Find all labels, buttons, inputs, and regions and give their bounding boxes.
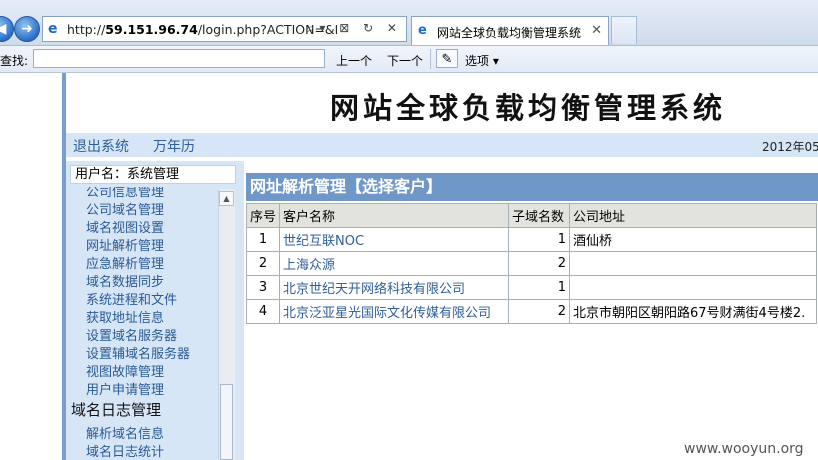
new-tab-button[interactable]	[611, 16, 637, 44]
sidebar-item-url-resolve[interactable]: 网址解析管理	[86, 235, 164, 254]
main-content: 网址解析管理【选择客户】 序号 客户名称 子域名数 公司地址 1 世纪互联NOC…	[244, 161, 818, 460]
forward-button[interactable]: ➜	[14, 16, 40, 42]
cell-no: 1	[245, 227, 281, 252]
customer-link[interactable]: 世纪互联NOC	[279, 227, 510, 252]
ie-page-icon: e	[48, 21, 58, 37]
find-next-button[interactable]: 下一个	[387, 52, 423, 69]
browser-tab[interactable]: e 网站全球负载均衡管理系统 ✕	[411, 16, 609, 45]
table-row: 3 北京世纪天开网络科技有限公司 1	[245, 275, 818, 300]
sidebar-item-secondary-dns[interactable]: 设置辅域名服务器	[86, 343, 190, 362]
page-viewport: 网站全球负载均衡管理系统 退出系统 万年历 2012年05 用户名：系统管理 公…	[0, 73, 818, 460]
col-header-customer: 客户名称	[279, 203, 510, 228]
address-tools-icons[interactable]: ⌕▾ ⊠ ↻ ✕	[308, 21, 402, 36]
sidebar-group-domain-log[interactable]: 域名日志管理	[71, 399, 161, 420]
address-url[interactable]: http://59.151.96.74/login.php?ACTION=&LC	[67, 22, 337, 37]
scroll-up-icon[interactable]: ▲	[219, 191, 234, 206]
customer-link[interactable]: 上海众源	[279, 251, 510, 276]
highlight-pen-icon[interactable]: ✎	[436, 49, 458, 68]
system-title: 网站全球负载均衡管理系统	[330, 91, 727, 125]
header-banner: 网站全球负载均衡管理系统	[66, 73, 818, 133]
find-options-button[interactable]: 选项 ▾	[465, 52, 499, 69]
sidebar-item-dns-server[interactable]: 设置域名服务器	[86, 325, 177, 344]
sidebar-item-process-files[interactable]: 系统进程和文件	[86, 289, 177, 308]
frame-divider	[236, 161, 244, 460]
ie-tab-icon: e	[418, 23, 427, 38]
find-separator	[430, 49, 431, 69]
sidebar-item-domain-sync[interactable]: 域名数据同步	[86, 271, 164, 290]
sidebar-menu: 公司信息管理 公司域名管理 域名视图设置 网址解析管理 应急解析管理 域名数据同…	[66, 187, 218, 460]
customer-table: 序号 客户名称 子域名数 公司地址 1 世纪互联NOC 1 酒仙桥 2 上海众源…	[245, 203, 818, 324]
header-linkbar: 退出系统 万年历 2012年05	[66, 133, 818, 157]
sidebar: 用户名：系统管理 公司信息管理 公司域名管理 域名视图设置 网址解析管理 应急解…	[66, 161, 236, 460]
find-input[interactable]	[33, 49, 325, 68]
cell-address	[569, 251, 818, 276]
cell-count: 2	[508, 251, 571, 276]
cell-address	[569, 275, 818, 300]
table-row: 4 北京泛亚星光国际文化传媒有限公司 2 北京市朝阳区朝阳路67号财满街4号楼2…	[245, 299, 818, 324]
watermark: www.wooyun.org	[684, 441, 804, 457]
sidebar-item-company-domain[interactable]: 公司域名管理	[86, 199, 164, 218]
cell-no: 2	[245, 251, 281, 276]
col-header-subdomain-count: 子域名数	[508, 203, 571, 228]
sidebar-item-domain-view[interactable]: 域名视图设置	[86, 217, 164, 236]
cell-address: 北京市朝阳区朝阳路67号财满街4号楼2.	[569, 299, 818, 324]
find-bar: 查找: 上一个 下一个 ✎ 选项 ▾	[0, 46, 818, 73]
col-header-address: 公司地址	[569, 203, 818, 228]
date-text: 2012年05	[762, 140, 818, 154]
tab-close-icon[interactable]: ✕	[591, 23, 602, 38]
cell-count: 2	[508, 299, 571, 324]
back-button[interactable]: ◀	[0, 16, 14, 42]
find-prev-button[interactable]: 上一个	[336, 52, 372, 69]
cell-no: 3	[245, 275, 281, 300]
cell-no: 4	[245, 299, 281, 324]
panel-title: 网址解析管理【选择客户】	[246, 173, 818, 201]
tab-title[interactable]: 网站全球负载均衡管理系统	[437, 24, 581, 41]
sidebar-item-address-info[interactable]: 获取地址信息	[86, 307, 164, 326]
table-row: 2 上海众源 2	[245, 251, 818, 276]
sidebar-item-view-fault[interactable]: 视图故障管理	[86, 361, 164, 380]
scroll-thumb[interactable]	[220, 384, 233, 460]
cell-address: 酒仙桥	[569, 227, 818, 252]
find-label: 查找:	[0, 54, 29, 68]
table-header-row: 序号 客户名称 子域名数 公司地址	[245, 203, 818, 228]
sidebar-item-resolve-domain-info[interactable]: 解析域名信息	[86, 423, 164, 442]
col-header-no: 序号	[245, 203, 281, 228]
address-bar[interactable]: e http://59.151.96.74/login.php?ACTION=&…	[42, 16, 407, 42]
table-row: 1 世纪互联NOC 1 酒仙桥	[245, 227, 818, 252]
cell-count: 1	[508, 275, 571, 300]
sidebar-item-emergency-resolve[interactable]: 应急解析管理	[86, 253, 164, 272]
customer-link[interactable]: 北京泛亚星光国际文化传媒有限公司	[279, 299, 510, 324]
sidebar-scrollbar[interactable]: ▲	[218, 189, 235, 460]
sidebar-item-user-request[interactable]: 用户申请管理	[86, 379, 164, 398]
logout-link[interactable]: 退出系统	[73, 136, 129, 156]
cell-count: 1	[508, 227, 571, 252]
browser-toolbar: ◀ ➜ e http://59.151.96.74/login.php?ACTI…	[0, 0, 818, 46]
customer-link[interactable]: 北京世纪天开网络科技有限公司	[279, 275, 510, 300]
calendar-link[interactable]: 万年历	[153, 136, 195, 156]
username-box: 用户名：系统管理	[70, 165, 236, 184]
sidebar-item-domain-log-stats[interactable]: 域名日志统计	[86, 441, 164, 460]
